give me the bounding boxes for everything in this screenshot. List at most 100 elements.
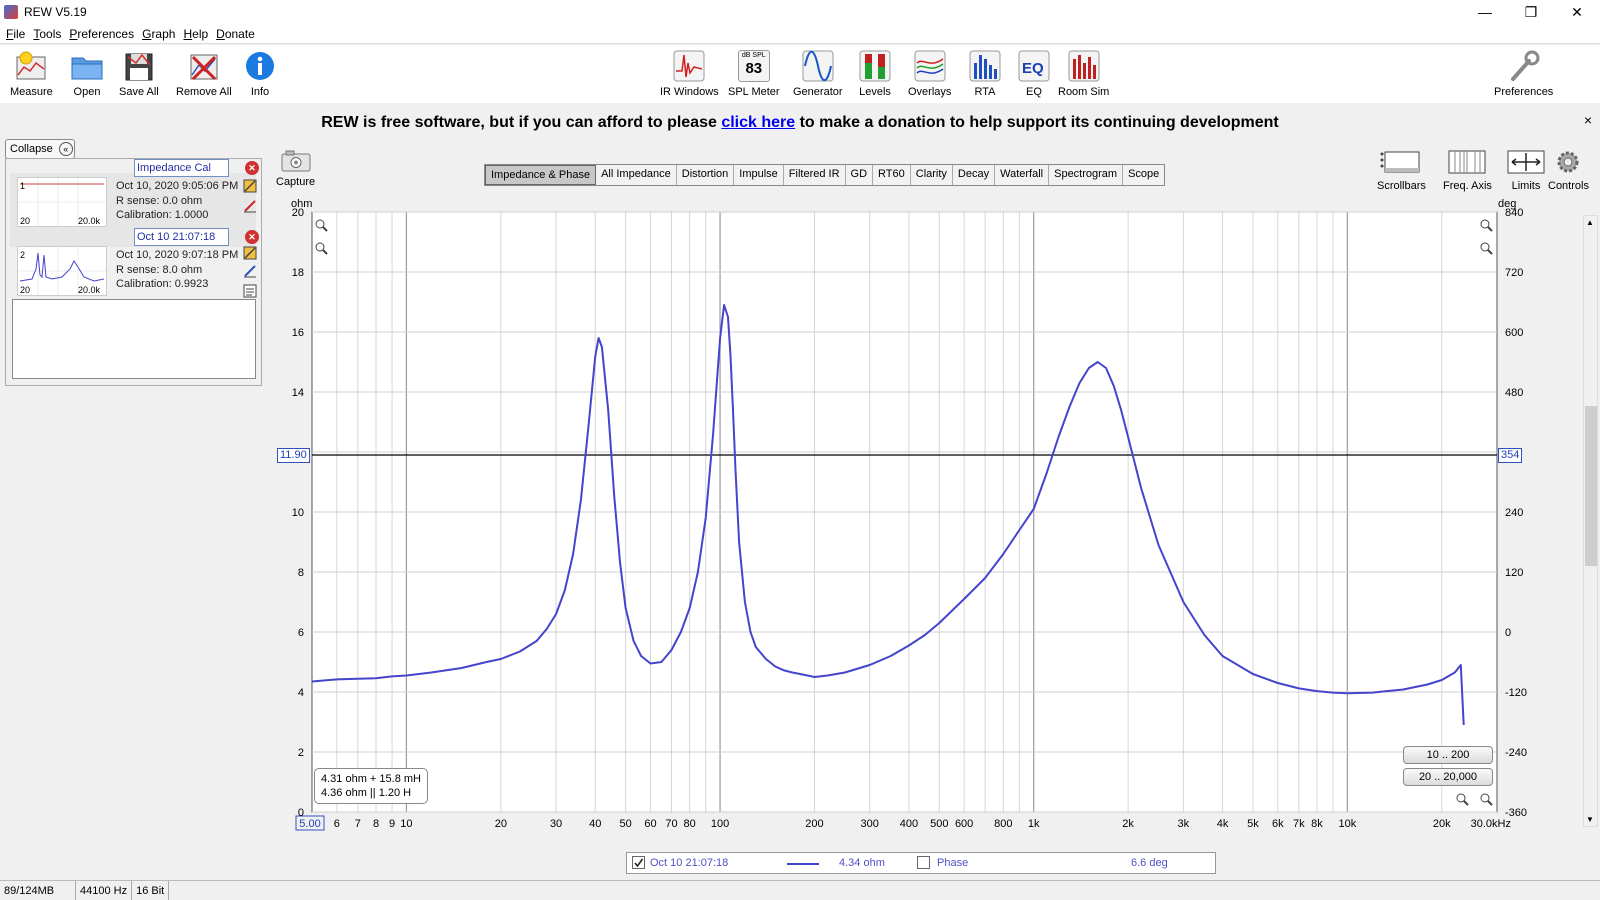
legend-phase-label: Phase <box>937 857 969 869</box>
remove-all-button[interactable]: Remove All <box>176 49 232 98</box>
y-tick-label: 2 <box>298 747 304 759</box>
measurement-name-field[interactable]: Oct 10 21:07:18 <box>134 228 229 246</box>
notes-icon[interactable] <box>243 284 257 298</box>
edit-measurement-icon[interactable] <box>243 179 257 193</box>
x-tick-label: 6k <box>1272 818 1284 830</box>
x-tick-label: 30 <box>550 818 562 830</box>
menu-preferences[interactable]: Preferences <box>69 27 134 41</box>
plot-canvas[interactable]: 5.00 6 7 8 9 10 20 30 40 50 60 70 80 100 200 300 400 500 6… <box>270 205 1590 860</box>
vertical-scrollbar[interactable]: ▲ ▼ <box>1583 215 1598 827</box>
rta-button[interactable]: RTA <box>968 49 1002 98</box>
measurement-name-field[interactable]: Impedance Cal <box>134 159 229 177</box>
menu-help[interactable]: Help <box>183 27 208 41</box>
menu-graph[interactable]: Graph <box>142 27 175 41</box>
capture-button[interactable]: Capture <box>276 150 315 188</box>
x-tick-label: 8 <box>373 818 379 830</box>
limits-button[interactable]: Limits <box>1506 148 1546 192</box>
freq-axis-button[interactable]: Freq. Axis <box>1443 148 1492 192</box>
measurement-thumbnail: 2 20 20.0k <box>17 246 107 296</box>
x-tick-label: 4k <box>1217 818 1229 830</box>
x-tick-label: 10 <box>400 818 412 830</box>
generator-button[interactable]: Generator <box>793 49 843 98</box>
minimize-button[interactable]: — <box>1462 0 1508 24</box>
preferences-button[interactable]: Preferences <box>1494 49 1553 98</box>
overlays-button[interactable]: Overlays <box>908 49 951 98</box>
x-tick-label: 40 <box>589 818 601 830</box>
pen-icon[interactable] <box>243 199 257 213</box>
limits-icon <box>1507 150 1545 174</box>
scrollbars-icon <box>1380 151 1420 173</box>
maximize-button[interactable]: ❐ <box>1508 0 1554 24</box>
controls-button[interactable]: Controls <box>1548 148 1589 192</box>
info-button[interactable]: Info <box>243 49 277 98</box>
x-tick-label: 80 <box>684 818 696 830</box>
y-tick-label: 14 <box>292 387 304 399</box>
tab-clarity[interactable]: Clarity <box>911 165 953 185</box>
pen-icon[interactable] <box>243 264 257 278</box>
impedance-phase-graph[interactable]: ohm deg 5.00 6 7 8 9 10 20 30 40 50 60 70 80 100 200 30… <box>270 198 1590 860</box>
levels-button[interactable]: Levels <box>858 49 892 98</box>
tab-distortion[interactable]: Distortion <box>677 165 735 185</box>
tab-gd[interactable]: GD <box>846 165 874 185</box>
measure-button[interactable]: Measure <box>10 49 53 98</box>
save-all-button[interactable]: Save All <box>119 49 159 98</box>
legend-phase-value: 6.6 deg <box>1131 857 1168 869</box>
x-tick-label: 70 <box>665 818 677 830</box>
open-button[interactable]: Open <box>70 49 104 98</box>
graph-tabs: Impedance & Phase All Impedance Distorti… <box>484 164 1166 186</box>
measurement-notes[interactable] <box>12 299 256 379</box>
delete-measurement-icon[interactable]: ✕ <box>245 230 259 244</box>
tab-waterfall[interactable]: Waterfall <box>995 165 1050 185</box>
x-tick-label: 20k <box>1433 818 1451 830</box>
y2-tick-label: -360 <box>1505 807 1527 819</box>
x-tick-label: 500 <box>930 818 948 830</box>
legend-trace-value: 4.34 ohm <box>839 857 885 869</box>
phase-checkbox[interactable] <box>917 856 930 869</box>
cursor-ohm-label: 11.90 <box>277 448 310 463</box>
collapse-button[interactable]: Collapse « <box>5 139 75 159</box>
tab-spectrogram[interactable]: Spectrogram <box>1049 165 1124 185</box>
tab-scope[interactable]: Scope <box>1123 165 1164 185</box>
x-tick-label: 2k <box>1122 818 1134 830</box>
measurement-info: Oct 10, 2020 9:05:06 PM R sense: 0.0 ohm… <box>116 180 239 221</box>
menu-tools[interactable]: Tools <box>33 27 61 41</box>
room-sim-button[interactable]: Room Sim <box>1058 49 1109 98</box>
tab-impulse[interactable]: Impulse <box>734 165 784 185</box>
range-20-20000-button[interactable]: 20 .. 20,000 <box>1403 768 1493 786</box>
tab-all-impedance[interactable]: All Impedance <box>596 165 677 185</box>
x-tick-label: 10k <box>1338 818 1356 830</box>
banner-close-icon[interactable]: × <box>1584 112 1592 128</box>
camera-icon <box>281 150 311 172</box>
eq-button[interactable]: EQ EQ <box>1017 49 1051 98</box>
rta-icon <box>968 49 1002 83</box>
scrollbars-button[interactable]: Scrollbars <box>1377 148 1426 192</box>
scroll-down-icon[interactable]: ▼ <box>1586 815 1594 824</box>
tab-filtered-ir[interactable]: Filtered IR <box>784 165 846 185</box>
trace-checkbox[interactable] <box>632 856 645 869</box>
gear-icon <box>1557 151 1579 173</box>
y2-tick-label: -240 <box>1505 747 1527 759</box>
spl-meter-button[interactable]: dB SPL 83 SPL Meter <box>728 49 780 98</box>
donate-link[interactable]: click here <box>721 114 795 131</box>
tab-rt60[interactable]: RT60 <box>873 165 911 185</box>
edit-measurement-icon[interactable] <box>243 246 257 260</box>
bit-depth-status: 16 Bit <box>132 880 170 900</box>
delete-measurement-icon[interactable]: ✕ <box>245 161 259 175</box>
close-button[interactable]: ✕ <box>1554 0 1600 24</box>
tab-impedance-phase[interactable]: Impedance & Phase <box>485 165 597 185</box>
y-tick-label: 6 <box>298 627 304 639</box>
window-title: REW V5.19 <box>24 5 87 19</box>
range-10-200-button[interactable]: 10 .. 200 <box>1403 746 1493 764</box>
tab-decay[interactable]: Decay <box>953 165 996 185</box>
menu-file[interactable]: File <box>6 27 25 41</box>
x-tick-label: 800 <box>994 818 1012 830</box>
x-tick-label: 60 <box>644 818 656 830</box>
scrollbar-thumb[interactable] <box>1585 406 1597 566</box>
scroll-up-icon[interactable]: ▲ <box>1586 218 1594 227</box>
x-tick-label: 7k <box>1293 818 1305 830</box>
y2-tick-label: 600 <box>1505 327 1523 339</box>
y-tick-label: 16 <box>292 327 304 339</box>
ir-windows-button[interactable]: IR Windows <box>660 49 719 98</box>
freq-axis-icon <box>1448 150 1486 174</box>
menu-donate[interactable]: Donate <box>216 27 255 41</box>
